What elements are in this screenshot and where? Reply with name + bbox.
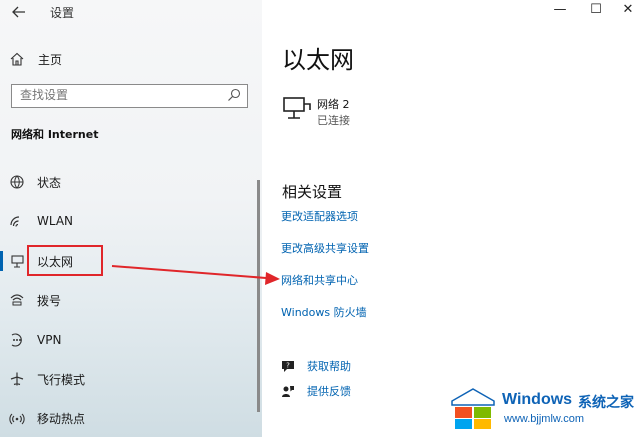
app-title: 设置 (50, 6, 75, 20)
help-chat-icon: ? (282, 361, 294, 372)
globe-status-icon (10, 175, 24, 189)
svg-text:?: ? (286, 362, 290, 370)
maximize-icon: ☐ (590, 2, 602, 17)
sidebar-item-label: 移动热点 (37, 411, 86, 426)
hotspot-icon (9, 413, 25, 425)
sidebar-item-label: VPN (37, 333, 62, 347)
sidebar: 设置 主页 网络和 Internet 状态 WLAN 以太网 (0, 0, 262, 437)
sidebar-item-wlan[interactable]: WLAN (0, 205, 255, 237)
dialup-icon (10, 294, 24, 306)
section-title: 网络和 Internet (11, 128, 99, 141)
feedback-label: 提供反馈 (307, 385, 351, 398)
sidebar-item-status[interactable]: 状态 (0, 166, 255, 198)
sidebar-item-label: 飞行模式 (37, 372, 86, 387)
network-name[interactable]: 网络 2 (317, 96, 350, 112)
ethernet-icon (11, 255, 24, 268)
active-indicator (0, 251, 3, 271)
windows-firewall-link[interactable]: Windows 防火墙 (281, 304, 367, 320)
back-arrow-icon (12, 6, 25, 18)
watermark: Windows 系统之家 www.bjjmlw.com (450, 385, 638, 435)
watermark-url: www.bjjmlw.com (504, 413, 585, 425)
main-content: — ☐ ✕ 以太网 网络 2 已连接 相关设置 更改适配器选项 更改高级共享设置… (262, 0, 640, 437)
vpn-icon (11, 333, 22, 347)
watermark-brand: Windows (502, 391, 573, 408)
home-nav[interactable]: 主页 (10, 49, 62, 69)
minimize-icon: — (553, 2, 567, 17)
watermark-brand-suffix: 系统之家 (578, 395, 634, 411)
feedback-link[interactable]: 提供反馈 (281, 382, 351, 400)
sidebar-titlebar: 设置 (0, 0, 262, 24)
home-icon (10, 52, 24, 66)
sidebar-item-label: 拨号 (37, 293, 62, 308)
feedback-icon (282, 386, 294, 397)
ethernet-network-icon (283, 97, 311, 119)
sidebar-item-airplane[interactable]: 飞行模式 (0, 363, 255, 395)
annotation-highlight-box (27, 245, 103, 276)
change-adapter-options-link[interactable]: 更改适配器选项 (281, 208, 358, 224)
home-label: 主页 (38, 52, 63, 67)
windows-logo-icon (451, 388, 495, 429)
minimize-button[interactable]: — (548, 2, 572, 20)
network-sharing-center-link[interactable]: 网络和共享中心 (281, 272, 358, 288)
airplane-icon (10, 372, 24, 386)
back-button[interactable] (10, 2, 30, 22)
close-button[interactable]: ✕ (616, 2, 640, 20)
sidebar-item-vpn[interactable]: VPN (0, 324, 255, 356)
close-icon: ✕ (622, 2, 634, 17)
maximize-button[interactable]: ☐ (584, 2, 608, 20)
search-icon (228, 88, 241, 101)
search-box[interactable] (11, 84, 248, 108)
sidebar-item-label: WLAN (37, 214, 74, 228)
page-title: 以太网 (282, 46, 354, 74)
related-settings-title: 相关设置 (282, 183, 343, 201)
search-input[interactable] (20, 88, 220, 102)
wifi-icon (10, 216, 20, 227)
sidebar-item-label: 状态 (37, 175, 62, 190)
sidebar-scrollbar[interactable] (257, 180, 260, 412)
sidebar-item-hotspot[interactable]: 移动热点 (0, 402, 255, 434)
get-help-label: 获取帮助 (307, 360, 351, 373)
get-help-link[interactable]: ? 获取帮助 (281, 357, 351, 375)
sidebar-item-dialup[interactable]: 拨号 (0, 284, 255, 316)
change-advanced-sharing-link[interactable]: 更改高级共享设置 (281, 240, 369, 256)
network-status: 已连接 (317, 114, 350, 127)
